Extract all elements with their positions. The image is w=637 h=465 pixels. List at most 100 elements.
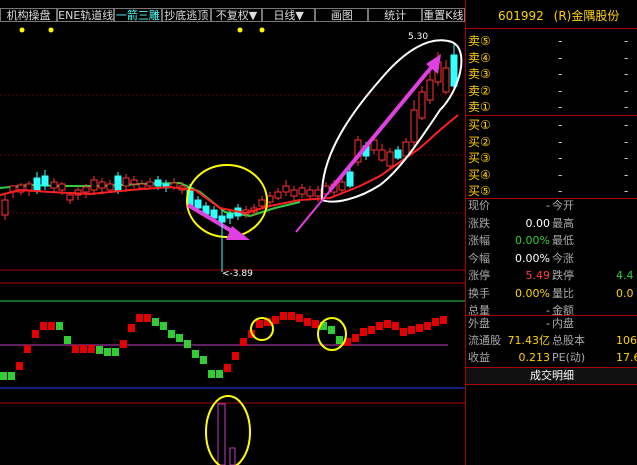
indicator-block [192, 350, 199, 358]
order-level-price: - [558, 184, 563, 198]
indicator-block [96, 346, 103, 354]
candle-body [154, 179, 162, 187]
kline-chart[interactable]: 5.30 <-3.89 [0, 0, 465, 465]
stat-label: 最低 [552, 234, 574, 247]
candle-body [50, 181, 58, 189]
low-price-label: <-3.89 [222, 269, 253, 279]
toolbar-tab[interactable]: 不复权▼ [210, 8, 263, 22]
toolbar-tab[interactable]: 重置K线 [421, 8, 465, 22]
indicator-block [112, 348, 119, 356]
stat-label: 现价 [468, 199, 490, 212]
candle-body [226, 213, 234, 219]
stat-value: 0.213 [518, 351, 551, 364]
candle-body [394, 149, 402, 159]
stats-row: 涨跌 0.00 最高 [466, 216, 637, 232]
order-level-row[interactable]: 买⑤ - - [466, 183, 637, 199]
candle-body [194, 199, 202, 209]
indicator-block [0, 372, 7, 380]
indicator-block [8, 372, 15, 380]
indicator-block [16, 362, 23, 370]
order-level-row[interactable]: 卖④ - - [466, 50, 637, 66]
candle-body [1, 199, 9, 216]
candle-body [90, 179, 98, 191]
indicator-block [32, 330, 39, 338]
order-level-volume: - [624, 151, 629, 165]
trade-detail-button[interactable]: 成交明细 [466, 367, 637, 385]
toolbar-tab[interactable]: 日线▼ [262, 8, 316, 22]
candle-body [298, 187, 306, 195]
stat-label: 跌停 [552, 269, 574, 282]
quote-panel: 601992 (R)金隅股份 卖⑤ - - 卖④ - - 卖③ - - 卖② - - 卖① - - 买① - - 买… [465, 0, 637, 465]
order-level-row[interactable]: 买① - - [466, 117, 637, 133]
order-level-row[interactable]: 买④ - - [466, 167, 637, 183]
volume-bar [217, 403, 226, 465]
stat-value: 4.4 [616, 269, 634, 282]
candle-body [58, 183, 66, 191]
toolbar-tab[interactable]: 画图 [315, 8, 369, 22]
toolbar-tab[interactable]: 统计 [368, 8, 422, 22]
stat-value: 0.00% [515, 286, 550, 300]
kline-chart-area[interactable]: 5.30 <-3.89 机构操盘 ENE轨道线 一箭三雕 抄底逃顶 不复权▼ 日线▼ 画图统… [0, 0, 465, 465]
signal-dot [19, 27, 25, 33]
order-level-row[interactable]: 卖② - - [466, 83, 637, 99]
order-level-price: - [558, 167, 563, 182]
toolbar-tab[interactable]: 机构操盘 [0, 8, 58, 22]
stock-header: 601992 (R)金隅股份 [466, 0, 637, 29]
toolbar-tab[interactable]: 一箭三雕 [114, 8, 162, 22]
indicator-block [272, 316, 279, 324]
highlight-circle [205, 395, 251, 465]
indicator-block [24, 345, 31, 353]
candle-body [66, 194, 74, 201]
indicator-block [400, 328, 407, 336]
stat-label: 总股本 [552, 334, 585, 347]
order-level-volume: - [624, 184, 629, 198]
indicator-block [56, 322, 63, 330]
stats-row: 收益 0.213PE(动) 17.60 [466, 350, 637, 366]
stat-label: 外盘 [468, 317, 490, 330]
candle-body [258, 199, 266, 207]
stat-label: 今幅 [468, 251, 490, 265]
candle-body [138, 183, 146, 189]
stat-label: 换手 [468, 286, 490, 300]
indicator-block [216, 370, 223, 378]
order-level-row[interactable]: 买② - - [466, 134, 637, 150]
indicator-block [144, 314, 151, 322]
indicator-block [384, 320, 391, 328]
indicator-block [80, 345, 87, 353]
stat-label: PE(动) [552, 351, 586, 364]
indicator-block [120, 340, 127, 348]
candle-body [378, 149, 386, 161]
order-level-row[interactable]: 卖① - - [466, 99, 637, 115]
order-level-label: 买③ [468, 151, 491, 165]
indicator-block [328, 326, 335, 334]
toolbar-tab[interactable]: 抄底逃顶 [161, 8, 211, 22]
stats-row: 今幅 0.00% 今涨 [466, 251, 637, 267]
order-level-row[interactable]: 卖③ - - [466, 66, 637, 82]
order-level-label: 卖⑤ [468, 34, 491, 48]
candle-body [98, 181, 106, 189]
order-level-row[interactable]: 买③ - - [466, 150, 637, 166]
candle-body [274, 191, 282, 199]
indicator-block [176, 334, 183, 342]
stat-value: 5.49 [525, 269, 551, 282]
stats-row: 涨幅 0.00% 最低 [466, 233, 637, 249]
divider [466, 115, 637, 116]
candle-body [290, 189, 298, 197]
order-level-price: - [558, 83, 563, 98]
order-level-price: - [558, 50, 563, 65]
indicator-block [416, 324, 423, 332]
toolbar-tab[interactable]: ENE轨道线 [57, 8, 115, 22]
order-level-volume: - [624, 50, 629, 65]
indicator-block [360, 328, 367, 336]
indicator-block [152, 318, 159, 326]
order-level-volume: - [624, 118, 629, 132]
stat-label: 涨跌 [468, 216, 490, 230]
stat-value: 0.0 [616, 286, 634, 300]
volume-bar [229, 447, 236, 465]
indicator-block [168, 330, 175, 338]
indicator-block [232, 352, 239, 360]
order-level-volume: - [624, 167, 629, 182]
order-level-price: - [558, 67, 563, 81]
order-level-row[interactable]: 卖⑤ - - [466, 33, 637, 49]
stat-value: - [546, 199, 550, 212]
